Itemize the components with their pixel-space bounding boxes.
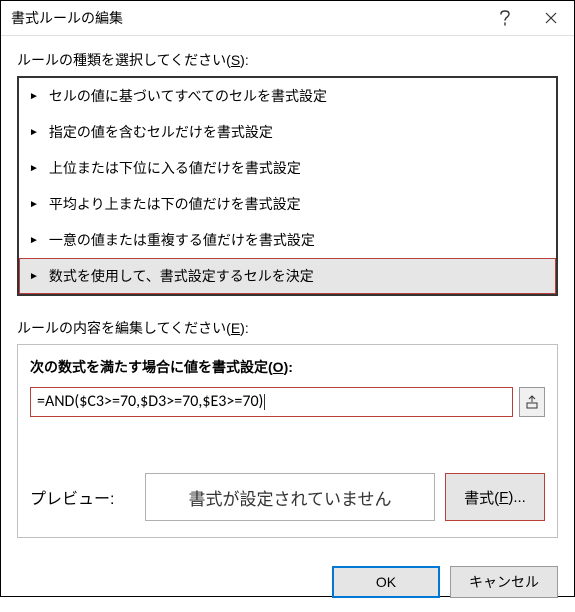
titlebar: 書式ルールの編集 (1, 1, 574, 36)
rule-type-item-label: 一意の値または重複する値だけを書式設定 (49, 230, 315, 250)
label-accel: F (499, 489, 508, 506)
formula-value: =AND($C3>=70,$D3>=70,$E3>=70) (37, 392, 263, 411)
rule-type-item[interactable]: ► 上位または下位に入る値だけを書式設定 (19, 150, 556, 186)
rule-type-item[interactable]: ► 平均より上または下の値だけを書式設定 (19, 186, 556, 222)
formula-label: 次の数式を満たす場合に値を書式設定(O): (30, 357, 545, 377)
label-text: ): (240, 52, 249, 68)
dialog-title: 書式ルールの編集 (11, 8, 482, 28)
preview-text: 書式が設定されていません (189, 485, 392, 510)
ok-button[interactable]: OK (332, 566, 440, 598)
edit-rule-dialog: 書式ルールの編集 ルールの種類を選択してください(S): ► セルの値に基づいて… (0, 0, 575, 597)
preview-box: 書式が設定されていません (145, 473, 435, 521)
text-caret (264, 394, 265, 410)
help-button[interactable] (482, 1, 528, 35)
arrow-icon: ► (29, 235, 39, 246)
arrow-icon: ► (29, 271, 39, 282)
label-accel: E (231, 320, 240, 336)
rule-type-item-selected[interactable]: ► 数式を使用して、書式設定するセルを決定 (19, 258, 556, 294)
preview-row: プレビュー: 書式が設定されていません 書式(F)... (30, 473, 545, 521)
rule-type-item-label: 平均より上または下の値だけを書式設定 (49, 194, 301, 214)
help-icon (499, 10, 511, 26)
label-text: ): (240, 320, 249, 336)
rule-type-item[interactable]: ► セルの値に基づいてすべてのセルを書式設定 (19, 78, 556, 114)
formula-row: =AND($C3>=70,$D3>=70,$E3>=70) (30, 387, 545, 417)
arrow-icon: ► (29, 163, 39, 174)
arrow-icon: ► (29, 91, 39, 102)
label-text: 書式( (464, 487, 499, 508)
rule-edit-section: ルールの内容を編集してください(E): 次の数式を満たす場合に値を書式設定(O)… (17, 318, 558, 538)
collapse-dialog-button[interactable] (519, 387, 545, 417)
rule-type-item-label: 上位または下位に入る値だけを書式設定 (49, 158, 301, 178)
arrow-icon: ► (29, 127, 39, 138)
label-text: ルールの内容を編集してください( (17, 320, 231, 336)
rule-edit-panel: 次の数式を満たす場合に値を書式設定(O): =AND($C3>=70,$D3>=… (17, 344, 558, 538)
label-accel: O (273, 359, 284, 375)
cancel-button[interactable]: キャンセル (450, 566, 558, 598)
arrow-icon: ► (29, 199, 39, 210)
dialog-body: ルールの種類を選択してください(S): ► セルの値に基づいてすべてのセルを書式… (1, 36, 574, 554)
rule-edit-label: ルールの内容を編集してください(E): (17, 318, 558, 338)
preview-label: プレビュー: (30, 473, 135, 521)
rule-type-label: ルールの種類を選択してください(S): (17, 50, 558, 70)
rule-type-list[interactable]: ► セルの値に基づいてすべてのセルを書式設定 ► 指定の値を含むセルだけを書式設… (17, 76, 558, 296)
format-button[interactable]: 書式(F)... (445, 473, 545, 521)
close-button[interactable] (528, 1, 574, 35)
collapse-icon (525, 395, 539, 409)
rule-type-item-label: 指定の値を含むセルだけを書式設定 (49, 122, 273, 142)
label-text: 次の数式を満たす場合に値を書式設定( (30, 359, 273, 375)
label-text: ルールの種類を選択してください( (17, 52, 231, 68)
rule-type-item-label: セルの値に基づいてすべてのセルを書式設定 (49, 86, 327, 106)
label-accel: S (231, 52, 240, 68)
close-icon (545, 12, 557, 24)
formula-input[interactable]: =AND($C3>=70,$D3>=70,$E3>=70) (30, 387, 513, 417)
dialog-footer: OK キャンセル (1, 554, 574, 612)
rule-type-item[interactable]: ► 一意の値または重複する値だけを書式設定 (19, 222, 556, 258)
label-text: )... (508, 489, 526, 506)
rule-type-item[interactable]: ► 指定の値を含むセルだけを書式設定 (19, 114, 556, 150)
rule-type-item-label: 数式を使用して、書式設定するセルを決定 (49, 266, 314, 286)
label-text: ): (284, 359, 293, 375)
